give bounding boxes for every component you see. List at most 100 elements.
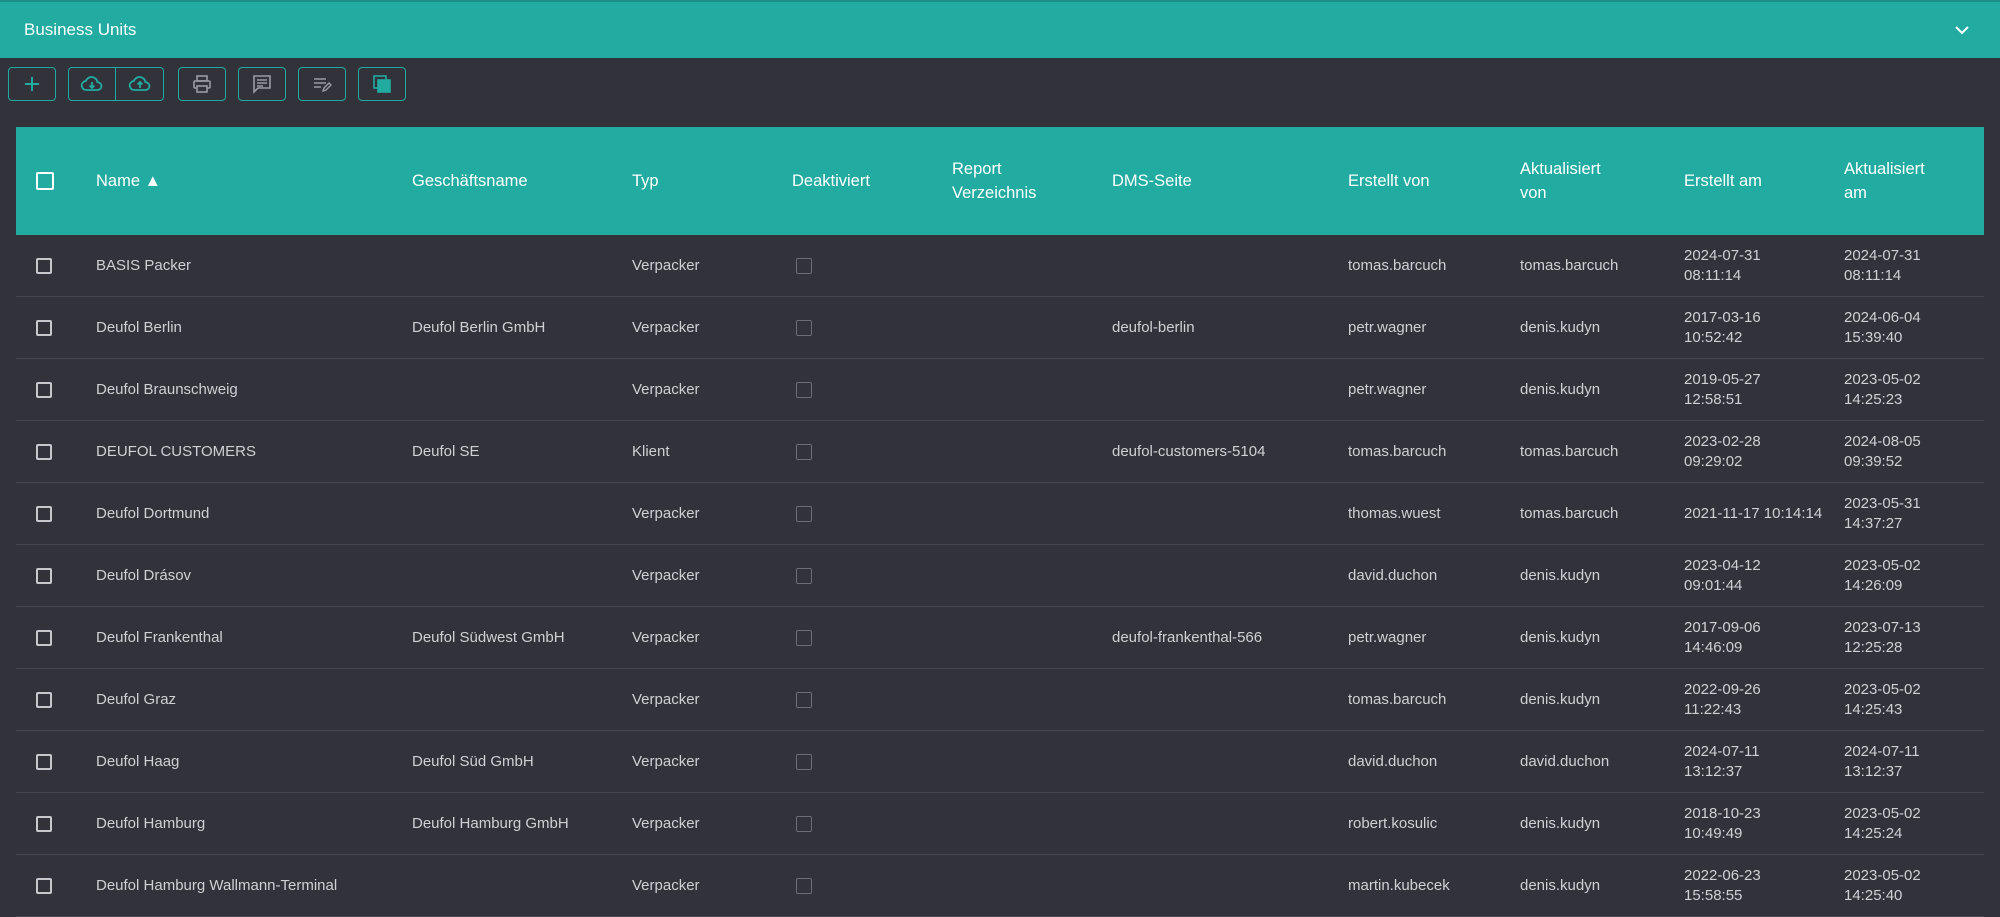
cell-updated-at: 2024-07-31 08:11:14 bbox=[1844, 246, 1921, 284]
row-select-cell bbox=[36, 483, 52, 544]
cell-updated-at: 2024-08-05 09:39:52 bbox=[1844, 432, 1921, 470]
cell-updated-at: 2024-06-04 15:39:40 bbox=[1844, 308, 1921, 346]
row-checkbox[interactable] bbox=[36, 629, 52, 646]
cell-created-by: david.duchon bbox=[1348, 566, 1438, 584]
deactivated-checkbox bbox=[796, 753, 812, 770]
column-report-directory[interactable]: Report Verzeichnis bbox=[952, 127, 1036, 235]
copy-button[interactable] bbox=[358, 67, 406, 101]
cell-type: Verpacker bbox=[632, 566, 700, 584]
row-checkbox[interactable] bbox=[36, 505, 52, 522]
cell-type: Verpacker bbox=[632, 380, 700, 398]
cell-created-at: 2023-04-12 09:01:44 bbox=[1684, 556, 1761, 594]
comment-icon bbox=[253, 75, 271, 94]
edit-list-icon bbox=[314, 78, 332, 93]
table-row[interactable]: Deufol Dortmund Verpacker thomas.wuest toma… bbox=[16, 483, 1984, 545]
table-row[interactable]: DEUFOL CUSTOMERS Deufol SE Klient deufol-cu… bbox=[16, 421, 1984, 483]
deactivated-checkbox bbox=[796, 567, 812, 584]
cell-updated-by: denis.kudyn bbox=[1520, 380, 1601, 398]
cell-updated-by: tomas.barcuch bbox=[1520, 504, 1619, 522]
row-checkbox[interactable] bbox=[36, 815, 52, 832]
plus-icon bbox=[25, 77, 39, 91]
select-all-checkbox[interactable] bbox=[36, 172, 54, 190]
export-button[interactable] bbox=[116, 67, 164, 101]
row-checkbox[interactable] bbox=[36, 567, 52, 584]
cell-updated-at: 2023-05-31 14:37:27 bbox=[1844, 494, 1921, 532]
deactivated-checkbox bbox=[796, 319, 812, 336]
cell-type: Verpacker bbox=[632, 690, 700, 708]
cell-deactivated bbox=[796, 545, 812, 606]
cell-updated-by: denis.kudyn bbox=[1520, 566, 1601, 584]
column-name[interactable]: Name ▲ bbox=[96, 127, 161, 235]
cell-name: Deufol Frankenthal bbox=[96, 628, 223, 646]
import-button[interactable] bbox=[68, 67, 116, 101]
table-row[interactable]: Deufol Frankenthal Deufol Südwest GmbH Ver… bbox=[16, 607, 1984, 669]
row-select-cell bbox=[36, 297, 52, 358]
cell-deactivated bbox=[796, 607, 812, 668]
print-button[interactable] bbox=[178, 67, 226, 101]
row-checkbox[interactable] bbox=[36, 257, 52, 274]
cell-created-by: robert.kosulic bbox=[1348, 814, 1438, 832]
cell-dms-page: deufol-customers-5104 bbox=[1112, 442, 1266, 460]
business-units-table: Name ▲ Geschäftsname Typ Deaktiviert Rep… bbox=[16, 127, 1984, 917]
cell-created-by: petr.wagner bbox=[1348, 628, 1427, 646]
cell-name: Deufol Haag bbox=[96, 752, 180, 770]
panel-header[interactable]: Business Units bbox=[0, 0, 2000, 58]
table-row[interactable]: Deufol Berlin Deufol Berlin GmbH Verpacker… bbox=[16, 297, 1984, 359]
cell-type: Verpacker bbox=[632, 628, 700, 646]
bulk-edit-button[interactable] bbox=[298, 67, 346, 101]
cell-updated-by: denis.kudyn bbox=[1520, 318, 1601, 336]
chevron-down-icon[interactable] bbox=[1952, 20, 1972, 40]
cell-created-at: 2022-09-26 11:22:43 bbox=[1684, 680, 1761, 718]
deactivated-checkbox bbox=[796, 629, 812, 646]
table-row[interactable]: Deufol Haag Deufol Süd GmbH Verpacker david… bbox=[16, 731, 1984, 793]
cell-name: BASIS Packer bbox=[96, 256, 192, 274]
cell-name: Deufol Hamburg Wallmann-Terminal bbox=[96, 876, 338, 894]
row-checkbox[interactable] bbox=[36, 753, 52, 770]
cell-dms-page: deufol-frankenthal-566 bbox=[1112, 628, 1263, 646]
cell-dms-page: deufol-berlin bbox=[1112, 318, 1195, 336]
cell-name: Deufol Berlin bbox=[96, 318, 182, 336]
cell-updated-at: 2023-05-02 14:26:09 bbox=[1844, 556, 1921, 594]
cell-created-at: 2017-09-06 14:46:09 bbox=[1684, 618, 1761, 656]
cell-created-at: 2019-05-27 12:58:51 bbox=[1684, 370, 1761, 408]
column-type[interactable]: Typ bbox=[632, 127, 659, 235]
column-updated-by[interactable]: Aktualisiert von bbox=[1520, 127, 1601, 235]
row-select-cell bbox=[36, 545, 52, 606]
table-row[interactable]: Deufol Hamburg Wallmann-Terminal Verpacke… bbox=[16, 855, 1984, 917]
column-business-name[interactable]: Geschäftsname bbox=[412, 127, 528, 235]
column-created-by[interactable]: Erstellt von bbox=[1348, 127, 1430, 235]
cell-created-by: tomas.barcuch bbox=[1348, 256, 1447, 274]
row-select-cell bbox=[36, 731, 52, 792]
column-updated-at[interactable]: Aktualisiert am bbox=[1844, 127, 1925, 235]
row-checkbox[interactable] bbox=[36, 877, 52, 894]
row-checkbox[interactable] bbox=[36, 691, 52, 708]
cell-created-at: 2018-10-23 10:49:49 bbox=[1684, 804, 1761, 842]
cell-created-by: david.duchon bbox=[1348, 752, 1438, 770]
column-dms-page[interactable]: DMS-Seite bbox=[1112, 127, 1192, 235]
comment-button[interactable] bbox=[238, 67, 286, 101]
cell-created-by: martin.kubecek bbox=[1348, 876, 1450, 894]
cell-updated-by: david.duchon bbox=[1520, 752, 1610, 770]
deactivated-checkbox bbox=[796, 877, 812, 894]
table-row[interactable]: Deufol Graz Verpacker tomas.barcuch denis.k… bbox=[16, 669, 1984, 731]
column-deactivated[interactable]: Deaktiviert bbox=[792, 127, 870, 235]
row-select-cell bbox=[36, 793, 52, 854]
table-row[interactable]: BASIS Packer Verpacker tomas.barcuch tomas.… bbox=[16, 235, 1984, 297]
row-checkbox[interactable] bbox=[36, 381, 52, 398]
cell-updated-at: 2023-05-02 14:25:40 bbox=[1844, 866, 1921, 904]
cell-created-at: 2023-02-28 09:29:02 bbox=[1684, 432, 1761, 470]
row-select-cell bbox=[36, 607, 52, 668]
cell-type: Klient bbox=[632, 442, 670, 460]
row-checkbox[interactable] bbox=[36, 443, 52, 460]
cell-deactivated bbox=[796, 235, 812, 296]
row-checkbox[interactable] bbox=[36, 319, 52, 336]
column-created-at[interactable]: Erstellt am bbox=[1684, 127, 1762, 235]
panel-title: Business Units bbox=[24, 20, 137, 39]
deactivated-checkbox bbox=[796, 691, 812, 708]
add-button[interactable] bbox=[8, 67, 56, 101]
table-row[interactable]: Deufol Braunschweig Verpacker petr.wagner d… bbox=[16, 359, 1984, 421]
table-row[interactable]: Deufol Hamburg Deufol Hamburg GmbH Verpack… bbox=[16, 793, 1984, 855]
table-row[interactable]: Deufol Drásov Verpacker david.duchon denis.… bbox=[16, 545, 1984, 607]
deactivated-checkbox bbox=[796, 257, 812, 274]
cell-created-at: 2024-07-31 08:11:14 bbox=[1684, 246, 1761, 284]
